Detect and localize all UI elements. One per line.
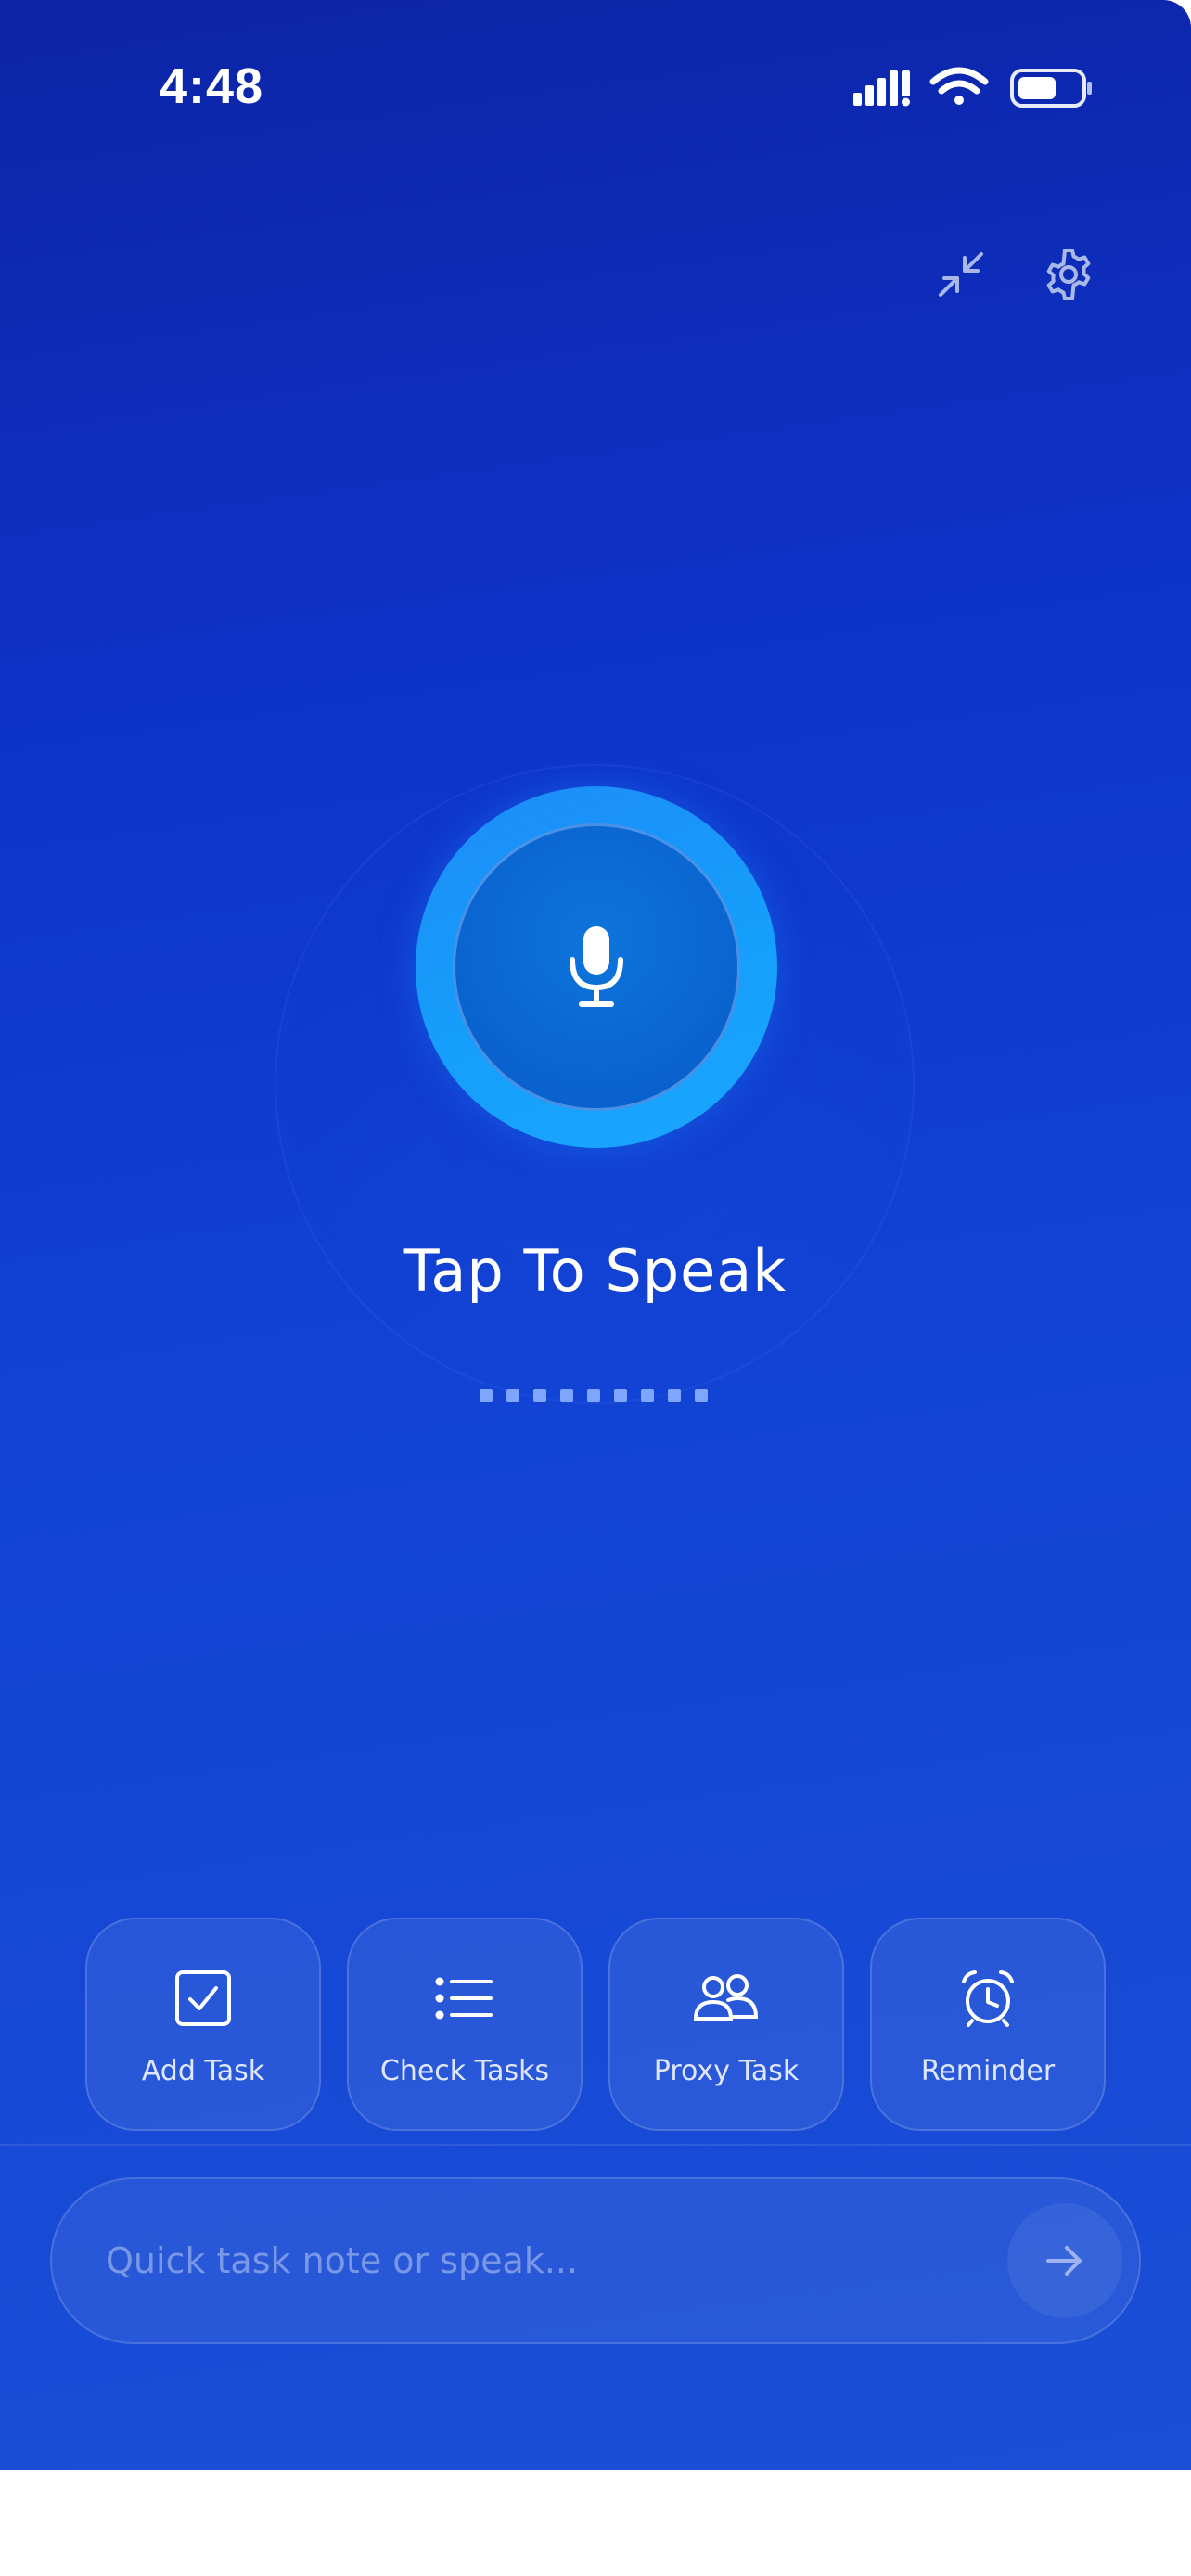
signal-icon [853,70,910,107]
wave-dot [533,1389,546,1402]
wave-dot [695,1389,708,1402]
app-screen: 4:48 Tap To Speak Add Task Check Tasks P… [0,0,1191,2470]
battery-icon [1010,69,1092,108]
wifi-icon [929,67,989,105]
audio-wave-indicator [480,1389,708,1402]
list-icon [435,1977,493,2020]
bottom-blank-area [0,2470,1191,2576]
divider [0,2144,1191,2146]
reminder-button[interactable]: Reminder [870,1918,1106,2131]
proxy-task-button[interactable]: Proxy Task [608,1918,844,2131]
check-tasks-button[interactable]: Check Tasks [347,1918,583,2131]
wave-dot [560,1389,573,1402]
send-button[interactable] [1007,2203,1122,2318]
wave-dot [641,1389,654,1402]
quick-actions: Add Task Check Tasks Proxy Task Reminder [85,1918,1106,2133]
gear-icon [1046,249,1091,300]
alarm-clock-icon [962,1970,1014,2027]
reminder-label: Reminder [920,2055,1056,2087]
users-icon [693,1974,759,2021]
status-time: 4:48 [160,58,264,114]
proxy-task-label: Proxy Task [653,2055,800,2087]
check-tasks-label: Check Tasks [379,2055,550,2087]
collapse-button[interactable] [929,243,992,306]
checkbox-icon [175,1970,231,2026]
mic-button[interactable] [416,786,777,1148]
status-icons [852,65,1093,113]
microphone-icon [570,926,623,1007]
arrow-right-icon [1046,2246,1082,2276]
wave-dot [506,1389,519,1402]
collapse-icon [939,252,983,297]
tap-to-speak-label: Tap To Speak [403,1237,788,1305]
add-task-label: Add Task [141,2055,265,2087]
mic-inner-circle [453,823,740,1111]
wave-dot [480,1389,493,1402]
settings-button[interactable] [1037,243,1100,306]
quick-task-input[interactable] [106,2216,941,2305]
wave-dot [587,1389,600,1402]
quick-task-bar [50,2177,1141,2344]
add-task-button[interactable]: Add Task [85,1918,321,2131]
wave-dot [668,1389,681,1402]
wave-dot [614,1389,627,1402]
